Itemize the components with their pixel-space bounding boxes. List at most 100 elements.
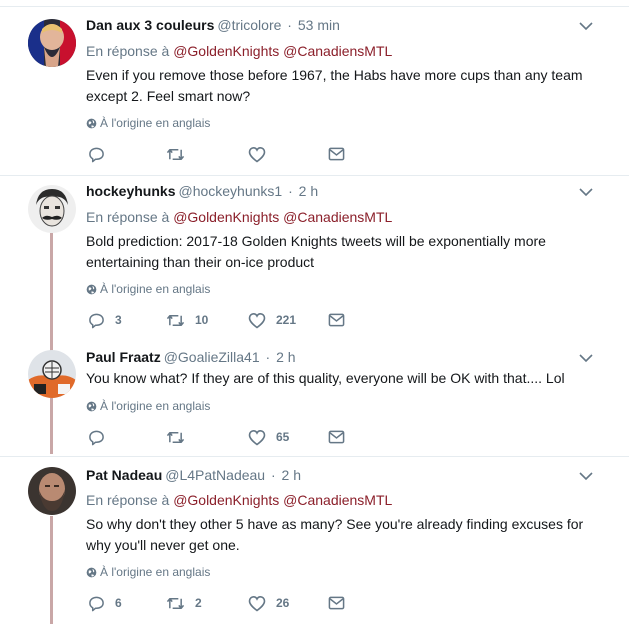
tweet-header: Paul Fraatz @GoalieZilla41 · 2 h	[86, 349, 296, 365]
reply-button[interactable]: 6	[88, 594, 122, 612]
envelope-icon	[328, 430, 345, 444]
envelope-icon	[328, 147, 345, 161]
avatar[interactable]	[28, 185, 76, 233]
direct-message-button[interactable]	[328, 145, 345, 163]
retweet-icon	[166, 431, 185, 443]
like-count: 65	[276, 430, 290, 444]
tweet-header: Dan aux 3 couleurs @tricolore · 53 min	[86, 17, 340, 33]
separator-dot: ·	[265, 349, 271, 365]
chevron-down-icon[interactable]	[579, 187, 593, 197]
top-divider	[0, 0, 629, 7]
user-handle[interactable]: @tricolore	[217, 17, 281, 33]
tweet-header: Pat Nadeau @L4PatNadeau · 2 h	[86, 467, 301, 483]
reply-prefix: En réponse à	[86, 43, 170, 59]
tweet-divider	[0, 175, 629, 176]
translation-label[interactable]: À l'origine en anglais	[100, 565, 210, 579]
retweet-button[interactable]: 2	[166, 594, 202, 612]
avatar[interactable]	[28, 467, 76, 515]
reply-button[interactable]	[88, 145, 115, 163]
mention-link[interactable]: @GoldenKnights	[173, 209, 279, 225]
like-button[interactable]: 221	[248, 311, 296, 329]
direct-message-button[interactable]	[328, 311, 345, 329]
retweet-button[interactable]	[166, 145, 195, 163]
reply-context: En réponse à @GoldenKnights @CanadiensMT…	[86, 209, 392, 225]
reply-icon	[89, 596, 104, 611]
retweet-count: 2	[195, 596, 202, 610]
like-count: 221	[276, 313, 297, 327]
tweet-divider	[0, 456, 629, 457]
display-name[interactable]: hockeyhunks	[86, 183, 175, 199]
mention-link[interactable]: @CanadiensMTL	[283, 209, 392, 225]
chevron-down-icon[interactable]	[579, 353, 593, 363]
display-name[interactable]: Pat Nadeau	[86, 467, 162, 483]
reply-icon	[89, 313, 104, 328]
tweet-text: You know what? If they are of this quali…	[86, 370, 565, 386]
direct-message-button[interactable]	[328, 428, 345, 446]
avatar[interactable]	[28, 350, 76, 398]
separator-dot: ·	[287, 17, 292, 33]
like-button[interactable]	[248, 145, 276, 163]
translation-label[interactable]: À l'origine en anglais	[100, 399, 210, 413]
globe-icon	[86, 284, 97, 295]
globe-icon	[86, 401, 97, 412]
user-handle[interactable]: @hockeyhunks1	[178, 183, 282, 199]
translation-note: À l'origine en anglais	[86, 116, 210, 130]
translation-label[interactable]: À l'origine en anglais	[100, 282, 210, 296]
heart-icon	[248, 312, 266, 329]
retweet-icon	[166, 148, 185, 160]
user-handle[interactable]: @GoalieZilla41	[164, 349, 260, 365]
retweet-count: 10	[195, 313, 209, 327]
user-handle[interactable]: @L4PatNadeau	[165, 467, 265, 483]
chevron-down-icon[interactable]	[579, 21, 593, 31]
reply-count: 3	[115, 313, 122, 327]
envelope-icon	[328, 596, 345, 610]
envelope-icon	[328, 313, 345, 327]
globe-icon	[86, 118, 97, 129]
reply-context: En réponse à @GoldenKnights @CanadiensMT…	[86, 492, 392, 508]
heart-icon	[248, 429, 266, 446]
timestamp[interactable]: 53 min	[298, 17, 340, 33]
reply-button[interactable]	[88, 428, 115, 446]
retweet-button[interactable]: 10	[166, 311, 208, 329]
timestamp[interactable]: 2 h	[276, 349, 295, 365]
timestamp[interactable]: 2 h	[299, 183, 318, 199]
translation-note: À l'origine en anglais	[86, 565, 210, 579]
reply-count: 6	[115, 596, 122, 610]
reply-prefix: En réponse à	[86, 209, 170, 225]
tweet-text: Bold prediction: 2017-18 Golden Knights …	[86, 233, 546, 270]
reply-icon	[89, 430, 104, 445]
separator-dot: ·	[288, 183, 293, 199]
mention-link[interactable]: @GoldenKnights	[173, 492, 279, 508]
like-button[interactable]: 65	[248, 428, 289, 446]
globe-icon	[86, 567, 97, 578]
display-name[interactable]: Paul Fraatz	[86, 349, 161, 365]
thread-line	[50, 233, 53, 342]
retweet-button[interactable]	[166, 428, 195, 446]
display-name[interactable]: Dan aux 3 couleurs	[86, 17, 214, 33]
chevron-down-icon[interactable]	[579, 471, 593, 481]
reply-icon	[89, 147, 104, 162]
heart-icon	[248, 146, 266, 163]
retweet-icon	[166, 314, 185, 326]
direct-message-button[interactable]	[328, 594, 345, 612]
separator-dot: ·	[270, 467, 276, 483]
thread-line	[50, 516, 53, 624]
heart-icon	[248, 595, 266, 612]
tweet-text: So why don't they other 5 have as many? …	[86, 516, 584, 553]
retweet-icon	[166, 597, 185, 609]
translation-note: À l'origine en anglais	[86, 282, 210, 296]
timestamp[interactable]: 2 h	[282, 467, 301, 483]
mention-link[interactable]: @GoldenKnights	[173, 43, 279, 59]
mention-link[interactable]: @CanadiensMTL	[283, 43, 392, 59]
tweet-text: Even if you remove those before 1967, th…	[86, 67, 583, 104]
translation-note: À l'origine en anglais	[86, 399, 210, 413]
avatar[interactable]	[28, 19, 76, 67]
reply-context: En réponse à @GoldenKnights @CanadiensMT…	[86, 43, 392, 59]
translation-label[interactable]: À l'origine en anglais	[100, 116, 210, 130]
reply-prefix: En réponse à	[86, 492, 170, 508]
tweet-header: hockeyhunks @hockeyhunks1 · 2 h	[86, 183, 318, 199]
like-count: 26	[276, 596, 290, 610]
reply-button[interactable]: 3	[88, 311, 122, 329]
mention-link[interactable]: @CanadiensMTL	[283, 492, 392, 508]
like-button[interactable]: 26	[248, 594, 289, 612]
